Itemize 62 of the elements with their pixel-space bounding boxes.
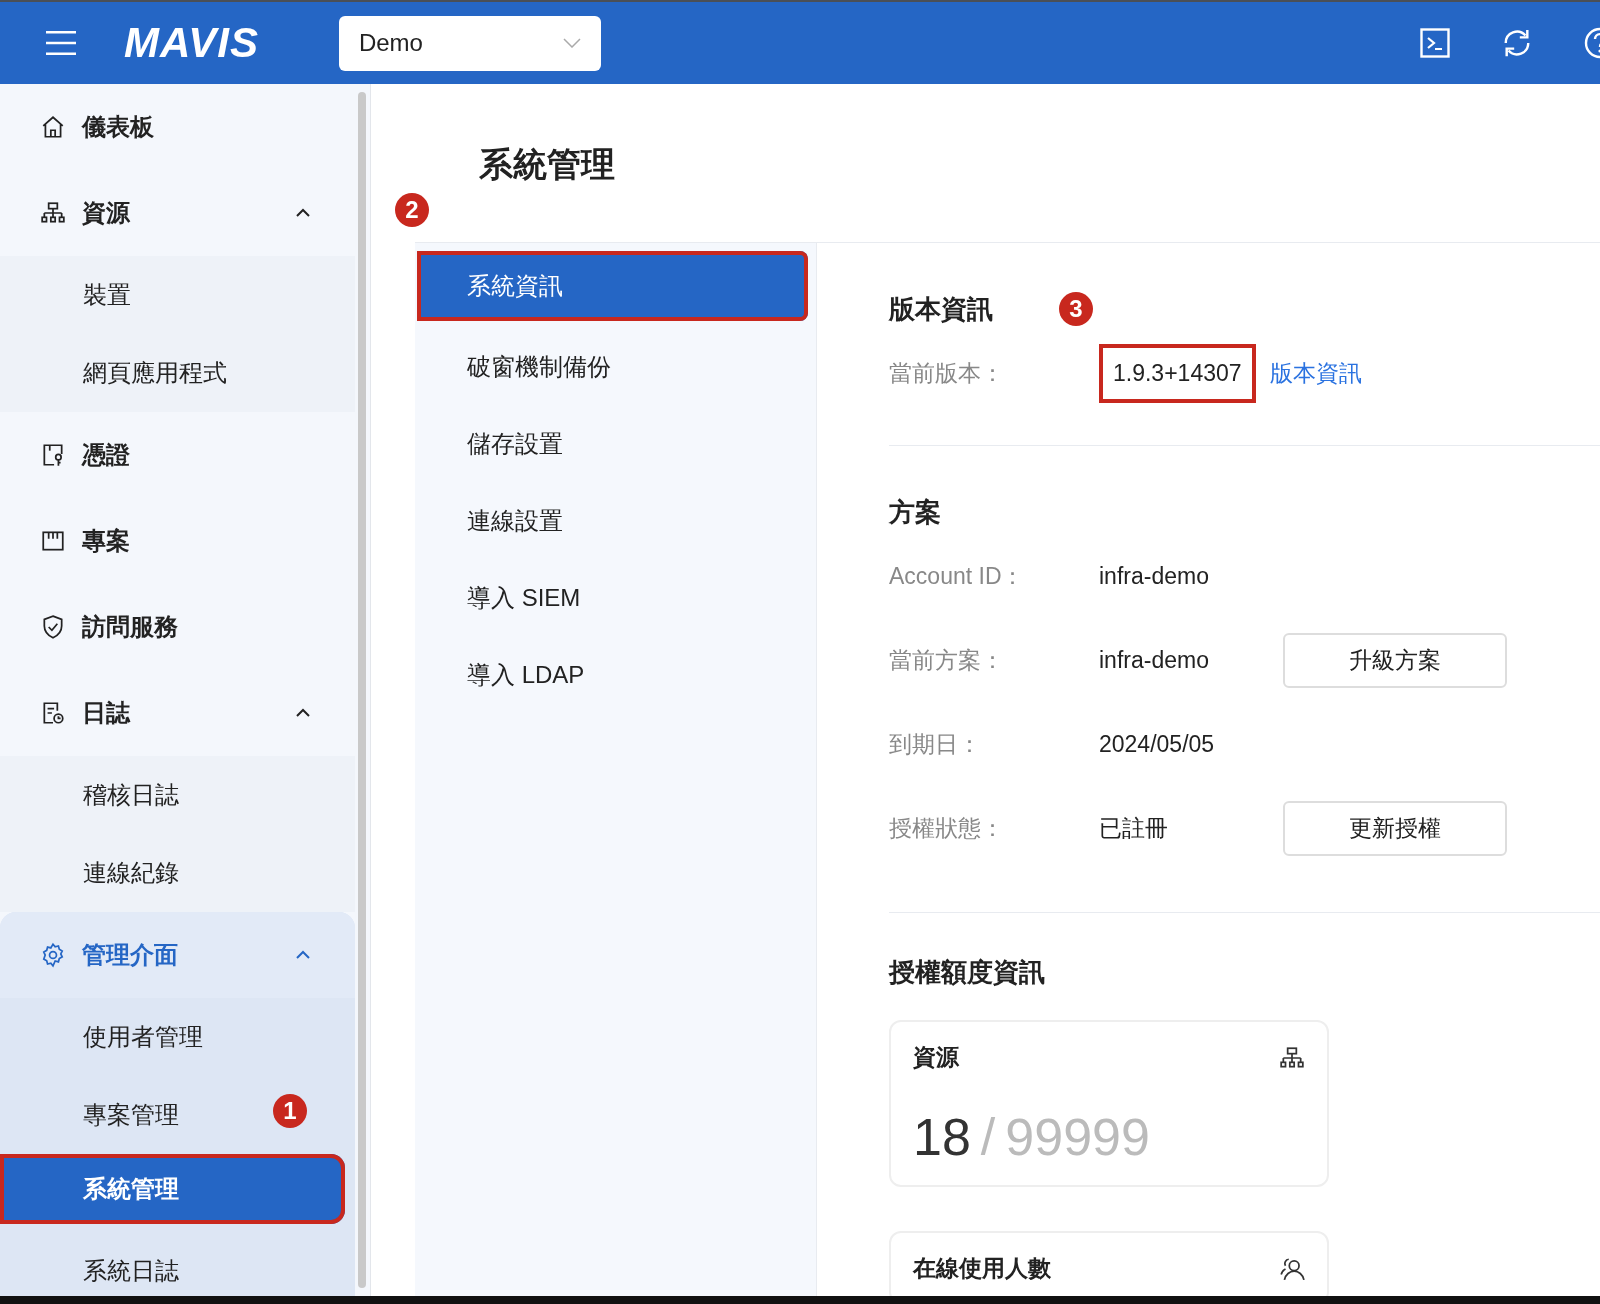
document-clock-icon	[40, 700, 66, 726]
logo: MAVIS	[124, 19, 259, 67]
project-select[interactable]: Demo	[338, 15, 601, 71]
sidebar-subitem[interactable]: 系統日誌	[0, 1232, 355, 1296]
field-label: 當前方案：	[889, 645, 1005, 675]
page-title: 系統管理	[479, 144, 616, 185]
section-heading: 授權額度資訊	[889, 956, 1046, 989]
refresh-icon[interactable]	[1502, 28, 1532, 58]
card-key-icon	[40, 442, 66, 468]
sitemap-icon	[1279, 1044, 1305, 1071]
settings-nav-item[interactable]: 破窗機制備份	[417, 328, 808, 405]
sidebar-subitem[interactable]: 連線紀錄	[0, 834, 355, 912]
sidebar-item[interactable]: 訪問服務	[0, 584, 355, 670]
settings-nav-item[interactable]: 儲存設置	[417, 405, 808, 482]
action-button[interactable]: 升級方案	[1283, 632, 1507, 688]
action-button[interactable]: 更新授權	[1283, 800, 1507, 856]
sidebar-subitem[interactable]: 裝置	[0, 256, 355, 334]
sidebar-item[interactable]: 憑證	[0, 412, 355, 498]
step-marker: 3	[1059, 292, 1093, 326]
card-title: 資源	[913, 1043, 959, 1072]
field-value: infra-demo	[1099, 562, 1210, 590]
sidebar-item[interactable]: 資源	[0, 170, 355, 256]
field-value: 1.9.3+14307	[1099, 343, 1256, 403]
section-heading: 版本資訊	[889, 292, 993, 326]
step-marker: 1	[273, 1094, 307, 1128]
settings-icon	[40, 942, 66, 968]
version-info-link[interactable]: 版本資訊	[1269, 357, 1362, 389]
field-value: 2024/05/05	[1099, 730, 1216, 758]
sidebar-subitem[interactable]: 專案管理	[0, 1076, 273, 1154]
field-label: 授權狀態：	[889, 813, 1005, 843]
sidebar-subitem[interactable]: 系統管理	[0, 1154, 345, 1224]
field-value: infra-demo	[1099, 646, 1210, 674]
settings-nav-item[interactable]: 導入 SIEM	[417, 559, 808, 636]
sidebar-item[interactable]: 儀表板	[0, 84, 355, 170]
field-label: 到期日：	[889, 729, 982, 759]
field-value: 已註冊	[1099, 813, 1169, 843]
settings-nav-item[interactable]: 導入 LDAP	[417, 636, 808, 713]
card-title: 在線使用人數	[913, 1254, 1051, 1283]
shield-check-icon	[40, 614, 66, 640]
total-count: 99999	[1005, 1107, 1150, 1167]
sidebar-item[interactable]: 專案	[0, 498, 355, 584]
sidebar-subitem[interactable]: 網頁應用程式	[0, 334, 355, 412]
scrollbar-thumb[interactable]	[358, 92, 366, 1288]
used-count: 18	[913, 1107, 971, 1167]
sidebar-item[interactable]: 管理介面	[0, 912, 355, 998]
field-label: 當前版本：	[889, 358, 1005, 388]
settings-nav-item[interactable]: 系統資訊	[417, 251, 808, 321]
field-label: Account ID：	[889, 561, 1026, 591]
separator: /	[980, 1107, 996, 1167]
terminal-icon[interactable]	[1420, 28, 1450, 58]
users-icon	[1279, 1255, 1305, 1282]
sidebar-subitem[interactable]: 稽核日誌	[0, 756, 355, 834]
step-marker: 2	[395, 193, 429, 227]
sidebar-item[interactable]: 日誌	[0, 670, 355, 756]
sitemap-icon	[40, 200, 66, 226]
home-icon	[40, 114, 66, 140]
section-heading: 方案	[889, 495, 941, 529]
sidebar-subitem[interactable]: 使用者管理	[0, 998, 355, 1076]
board-icon	[40, 528, 66, 554]
settings-nav-item[interactable]: 連線設置	[417, 482, 808, 559]
caret-icon	[562, 38, 581, 48]
menu-icon[interactable]	[46, 31, 76, 55]
